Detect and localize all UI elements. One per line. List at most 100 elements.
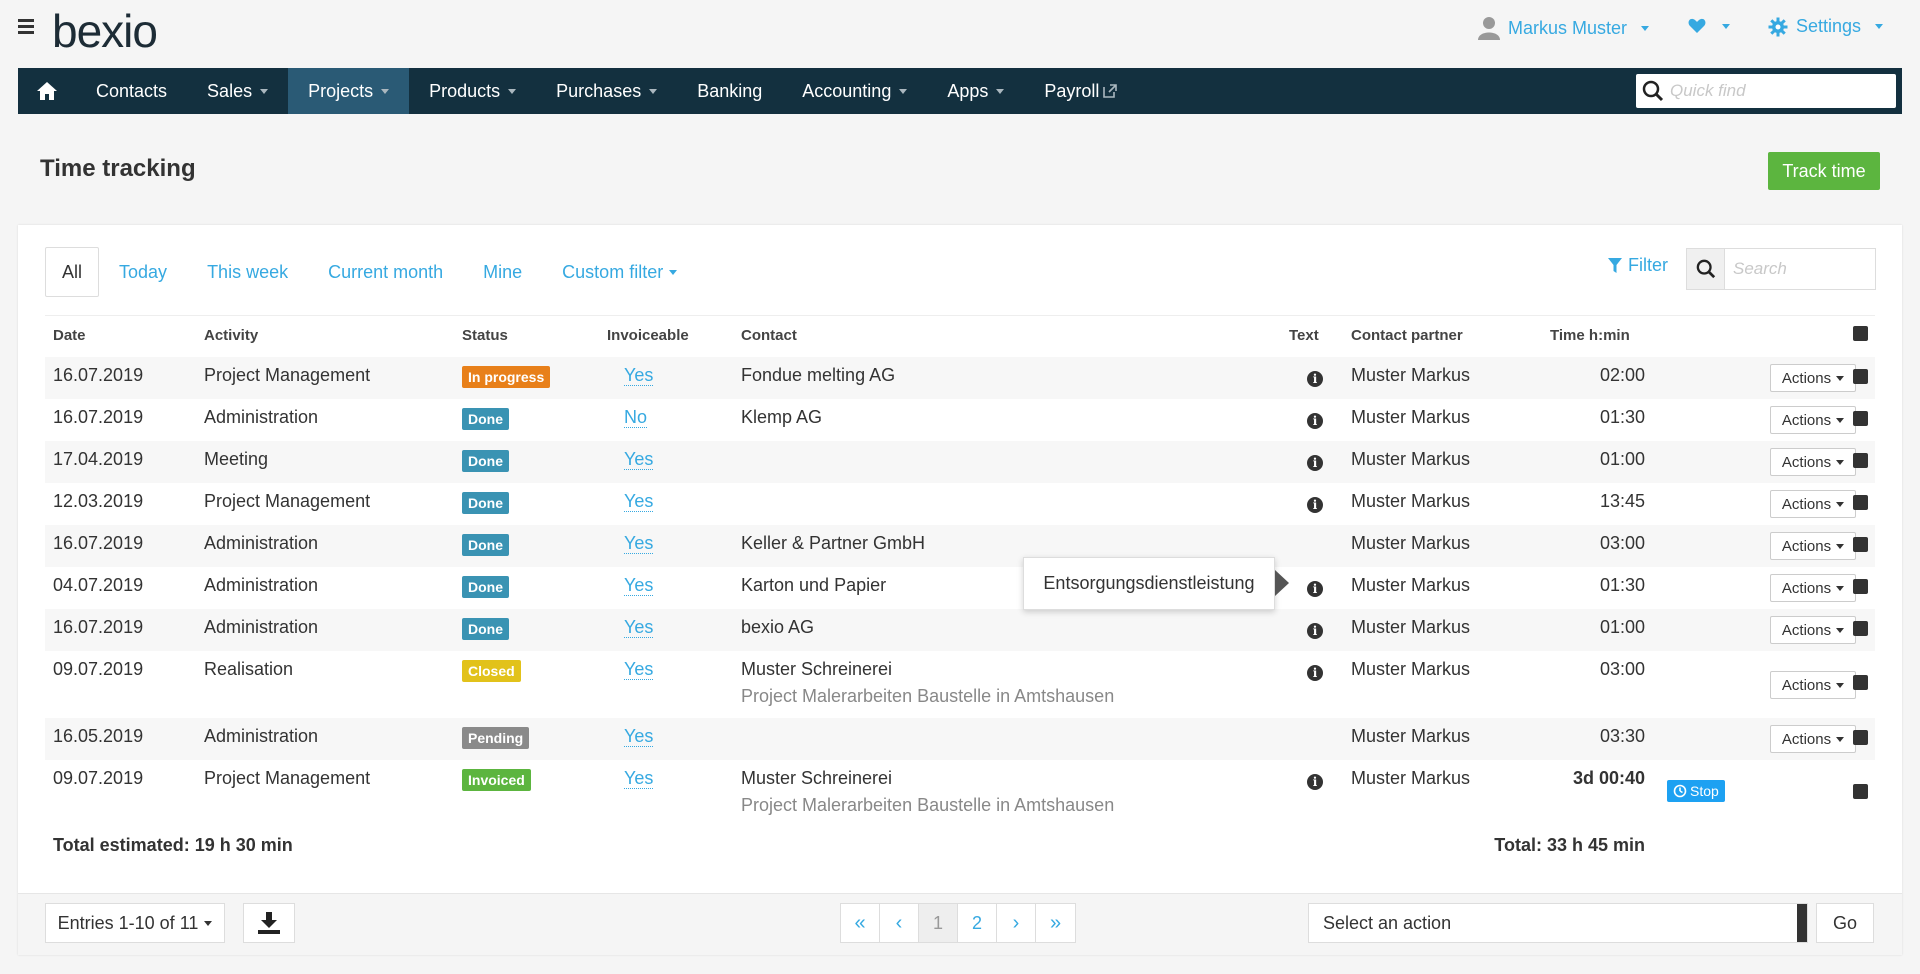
invoiceable-link[interactable]: Yes (624, 617, 654, 638)
page-2-button[interactable]: 2 (958, 904, 997, 942)
track-time-button[interactable]: Track time (1768, 152, 1880, 190)
nav-accounting[interactable]: Accounting (782, 68, 927, 114)
actions-dropdown[interactable]: Actions (1770, 616, 1856, 644)
favorites-menu[interactable] (1688, 18, 1730, 34)
info-icon[interactable]: i (1307, 774, 1323, 790)
last-page-button[interactable]: » (1036, 904, 1075, 942)
row-invoiceable[interactable]: Yes (624, 768, 654, 789)
contact-name[interactable]: Fondue melting AG (741, 365, 895, 386)
info-icon[interactable]: i (1307, 455, 1323, 471)
actions-dropdown[interactable]: Actions (1770, 574, 1856, 602)
row-text[interactable]: i (1307, 493, 1323, 514)
col-status[interactable]: Status (462, 327, 508, 344)
row-checkbox[interactable] (1853, 784, 1868, 799)
nav-contacts[interactable]: Contacts (76, 68, 187, 114)
actions-dropdown[interactable]: Actions (1770, 448, 1856, 476)
bexio-logo[interactable]: bexio (52, 4, 158, 58)
row-checkbox[interactable] (1853, 453, 1868, 468)
table-row[interactable]: 09.07.2019 Project Management Invoiced Yes M… (45, 760, 1875, 827)
settings-menu[interactable]: Settings (1768, 16, 1884, 37)
tab-current-month[interactable]: Current month (308, 247, 463, 297)
invoiceable-link[interactable]: Yes (624, 768, 654, 789)
tab-custom-filter[interactable]: Custom filter (542, 247, 697, 297)
actions-dropdown[interactable]: Actions (1770, 490, 1856, 518)
actions-dropdown[interactable]: Actions (1770, 406, 1856, 434)
table-row[interactable]: 17.04.2019 Meeting Done Yes i Muster Markus 01… (45, 441, 1875, 483)
row-invoiceable[interactable]: Yes (624, 659, 654, 680)
tab-all[interactable]: All (45, 247, 100, 297)
table-row[interactable]: 16.07.2019 Administration Done Yes Keller & … (45, 525, 1875, 567)
search-input[interactable] (1725, 259, 1873, 279)
info-icon[interactable]: i (1307, 497, 1323, 513)
invoiceable-link[interactable]: Yes (624, 659, 654, 680)
prev-page-button[interactable]: ‹ (880, 904, 919, 942)
row-checkbox[interactable] (1853, 579, 1868, 594)
col-date[interactable]: Date (53, 327, 86, 344)
info-icon[interactable]: i (1307, 665, 1323, 681)
col-text[interactable]: Text (1289, 327, 1319, 344)
table-row[interactable]: 12.03.2019 Project Management Done Yes i Must… (45, 483, 1875, 525)
row-text[interactable]: i (1307, 619, 1323, 640)
invoiceable-link[interactable]: Yes (624, 726, 654, 747)
contact-name[interactable]: Klemp AG (741, 407, 822, 428)
nav-apps[interactable]: Apps (927, 68, 1024, 114)
dropdown-handle[interactable] (1797, 904, 1807, 942)
row-invoiceable[interactable]: No (624, 407, 648, 428)
table-row[interactable]: 16.07.2019 Administration Done Yes bexio AG i… (45, 609, 1875, 651)
row-text[interactable]: i (1307, 409, 1323, 430)
actions-dropdown[interactable]: Actions (1770, 725, 1856, 753)
contact-name[interactable]: Muster Schreinerei (741, 659, 1114, 680)
nav-products[interactable]: Products (409, 68, 536, 114)
row-checkbox[interactable] (1853, 495, 1868, 510)
row-invoiceable[interactable]: Yes (624, 533, 654, 554)
row-text[interactable]: i (1307, 367, 1323, 388)
nav-sales[interactable]: Sales (187, 68, 288, 114)
row-checkbox[interactable] (1853, 675, 1868, 690)
go-button[interactable]: Go (1816, 903, 1874, 943)
invoiceable-link[interactable]: Yes (624, 533, 654, 554)
invoiceable-link[interactable]: Yes (624, 575, 654, 596)
row-text[interactable]: i (1307, 770, 1323, 791)
search-icon[interactable] (1687, 249, 1725, 289)
col-time[interactable]: Time h:min (1550, 327, 1630, 344)
nav-purchases[interactable]: Purchases (536, 68, 677, 114)
stop-timer-button[interactable]: Stop (1667, 780, 1725, 802)
row-checkbox[interactable] (1853, 537, 1868, 552)
row-invoiceable[interactable]: Yes (624, 491, 654, 512)
row-text[interactable]: i (1307, 577, 1323, 598)
col-invoiceable[interactable]: Invoiceable (607, 327, 689, 344)
tab-this-week[interactable]: This week (187, 247, 308, 297)
contact-name[interactable]: Muster Schreinerei (741, 768, 1114, 789)
quick-find-input[interactable] (1670, 81, 1880, 101)
nav-home[interactable] (18, 68, 76, 114)
nav-payroll[interactable]: Payroll (1024, 68, 1137, 114)
entries-per-page-dropdown[interactable]: Entries 1-10 of 11 (45, 903, 225, 943)
invoiceable-link[interactable]: Yes (624, 365, 654, 386)
row-invoiceable[interactable]: Yes (624, 365, 654, 386)
actions-dropdown[interactable]: Actions (1770, 671, 1856, 699)
row-checkbox[interactable] (1853, 411, 1868, 426)
actions-dropdown[interactable]: Actions (1770, 364, 1856, 392)
invoiceable-link[interactable]: Yes (624, 449, 654, 470)
row-text[interactable]: i (1307, 661, 1323, 682)
row-checkbox[interactable] (1853, 369, 1868, 384)
project-name[interactable]: Project Malerarbeiten Baustelle in Amtsh… (741, 795, 1114, 816)
tab-today[interactable]: Today (99, 247, 187, 297)
project-name[interactable]: Project Malerarbeiten Baustelle in Amtsh… (741, 686, 1114, 707)
table-row[interactable]: 09.07.2019 Realisation Closed Yes Muster Sch… (45, 651, 1875, 718)
contact-name[interactable]: bexio AG (741, 617, 814, 638)
row-invoiceable[interactable]: Yes (624, 726, 654, 747)
row-invoiceable[interactable]: Yes (624, 449, 654, 470)
table-row[interactable]: 16.05.2019 Administration Pending Yes Muster… (45, 718, 1875, 760)
invoiceable-link[interactable]: No (624, 407, 648, 428)
contact-name[interactable]: Keller & Partner GmbH (741, 533, 925, 554)
nav-projects[interactable]: Projects (288, 68, 410, 114)
invoiceable-link[interactable]: Yes (624, 491, 654, 512)
info-icon[interactable]: i (1307, 581, 1323, 597)
row-text[interactable]: i (1307, 451, 1323, 472)
download-button[interactable] (243, 903, 295, 943)
info-icon[interactable]: i (1307, 413, 1323, 429)
select-all-checkbox[interactable] (1853, 326, 1868, 341)
filter-button[interactable]: Filter (1608, 255, 1668, 276)
select-action-dropdown[interactable]: Select an action (1308, 903, 1808, 943)
